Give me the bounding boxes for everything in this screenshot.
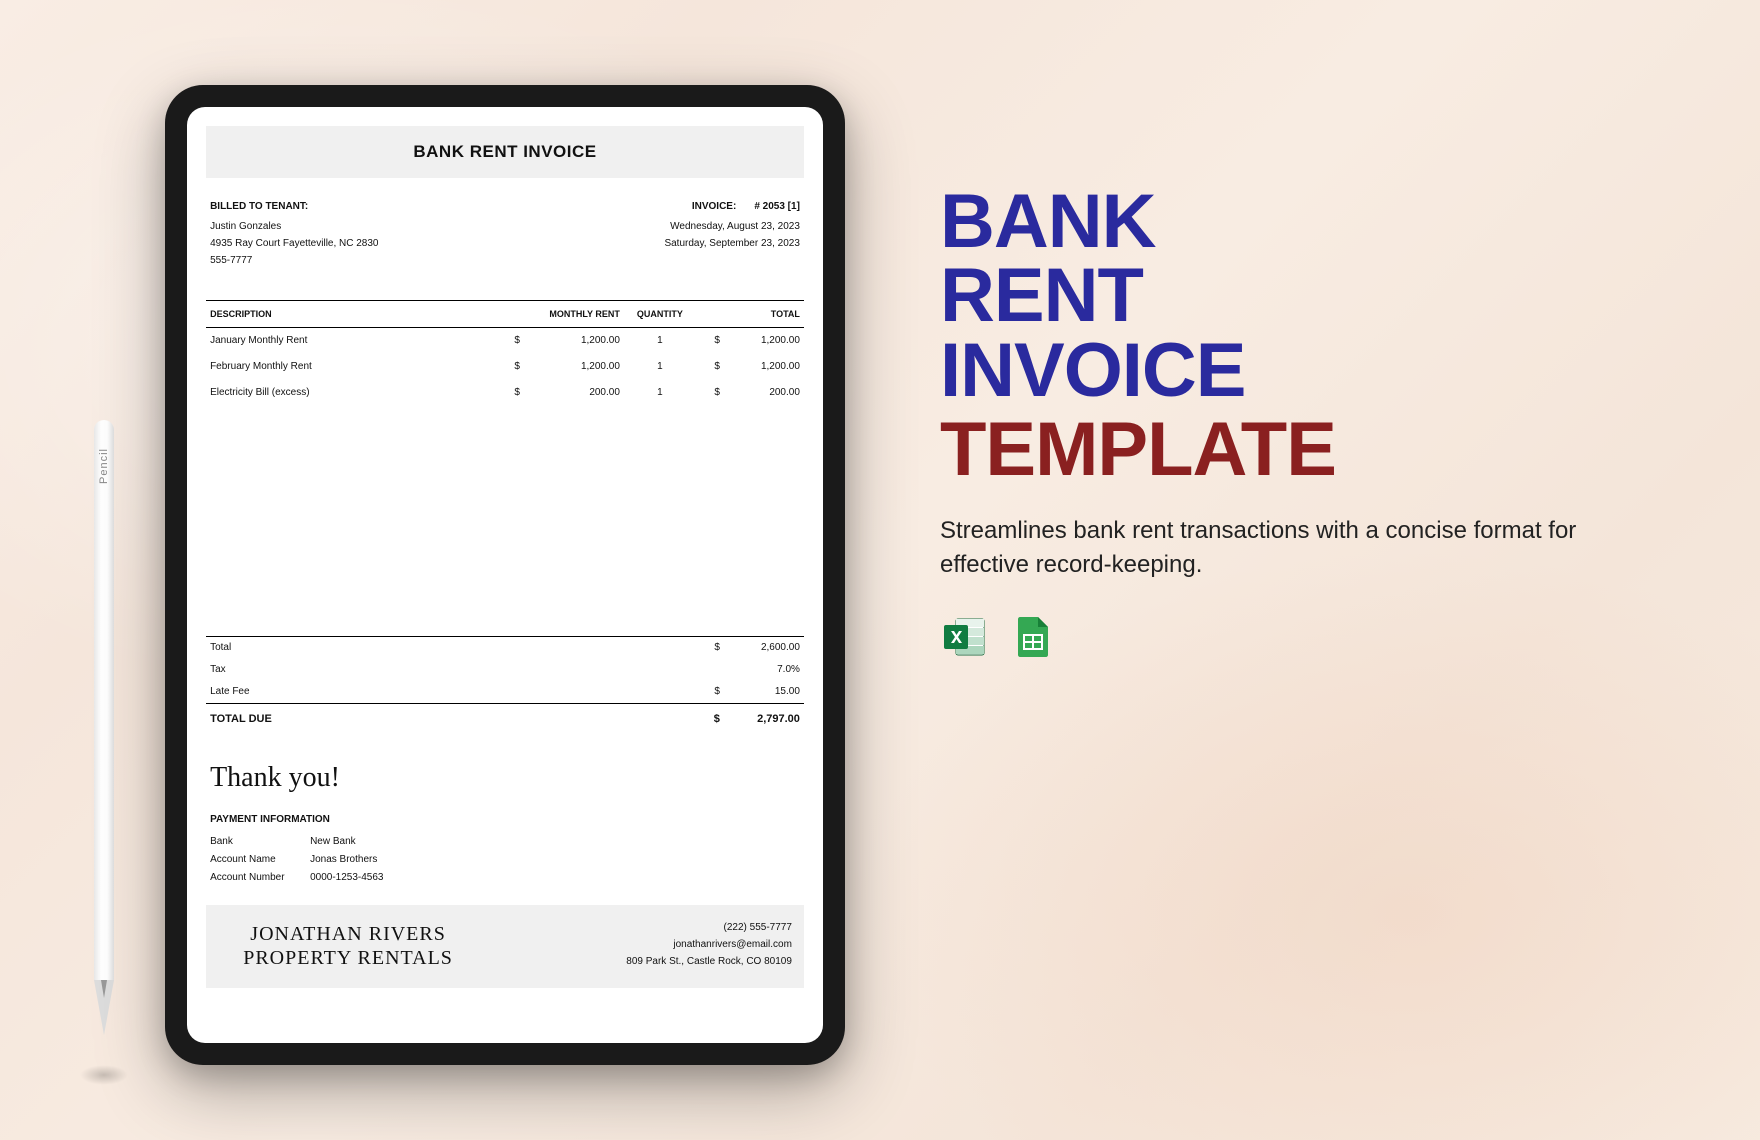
- item-cur: $: [500, 386, 520, 400]
- tenant-address: 4935 Ray Court Fayetteville, NC 2830: [210, 237, 378, 251]
- billed-to-label: BILLED TO TENANT:: [210, 200, 378, 214]
- item-qty: 1: [620, 334, 700, 348]
- promo-title-line3: INVOICE: [940, 334, 1620, 408]
- item-total: 200.00: [720, 386, 800, 400]
- late-val: 15.00: [720, 685, 800, 699]
- invoice-number: # 2053 [1]: [754, 200, 800, 214]
- format-icons: [940, 613, 1620, 661]
- payment-row: Account Name Jonas Brothers: [206, 851, 804, 869]
- item-qty: 1: [620, 360, 700, 374]
- invoice-table: DESCRIPTION MONTHLY RENT QUANTITY TOTAL …: [206, 300, 804, 407]
- invoice-footer: JONATHAN RIVERS PROPERTY RENTALS (222) 5…: [206, 905, 804, 988]
- company-email: jonathanrivers@email.com: [626, 938, 792, 952]
- due-val: 2,797.00: [720, 712, 800, 727]
- bank-value: New Bank: [310, 835, 800, 849]
- payment-row: Account Number 0000-1253-4563: [206, 869, 804, 887]
- invoice-date2: Saturday, September 23, 2023: [664, 237, 799, 251]
- item-rent: 200.00: [520, 386, 620, 400]
- table-row: January Monthly Rent $ 1,200.00 1 $ 1,20…: [206, 328, 804, 354]
- total-cur: $: [700, 641, 720, 655]
- payment-row: Bank New Bank: [206, 833, 804, 851]
- late-label: Late Fee: [210, 685, 700, 699]
- table-row: February Monthly Rent $ 1,200.00 1 $ 1,2…: [206, 354, 804, 380]
- tenant-name: Justin Gonzales: [210, 220, 378, 234]
- item-desc: Electricity Bill (excess): [210, 386, 500, 400]
- account-name-label: Account Name: [210, 853, 310, 867]
- item-rent: 1,200.00: [520, 334, 620, 348]
- company-address: 809 Park St., Castle Rock, CO 80109: [626, 955, 792, 969]
- total-label: Total: [210, 641, 700, 655]
- promo-title-line1: BANK: [940, 185, 1620, 259]
- company-phone: (222) 555-7777: [626, 921, 792, 935]
- pencil-label: Pencil: [98, 448, 110, 484]
- payment-info-label: PAYMENT INFORMATION: [210, 813, 800, 827]
- promo-title-line2: RENT: [940, 259, 1620, 333]
- invoice-meta: BILLED TO TENANT: Justin Gonzales 4935 R…: [206, 200, 804, 290]
- invoice-totals: Total $ 2,600.00 Tax 7.0% Late Fee $ 15.…: [206, 636, 804, 735]
- table-row: Electricity Bill (excess) $ 200.00 1 $ 2…: [206, 380, 804, 406]
- col-total: TOTAL: [700, 308, 800, 321]
- item-desc: January Monthly Rent: [210, 334, 500, 348]
- tenant-phone: 555-7777: [210, 254, 378, 268]
- item-tcur: $: [700, 386, 720, 400]
- item-tcur: $: [700, 360, 720, 374]
- item-qty: 1: [620, 386, 700, 400]
- col-monthly-rent: MONTHLY RENT: [500, 308, 620, 321]
- invoice-date1: Wednesday, August 23, 2023: [664, 220, 799, 234]
- table-header: DESCRIPTION MONTHLY RENT QUANTITY TOTAL: [206, 300, 804, 329]
- item-cur: $: [500, 334, 520, 348]
- thank-you-text: Thank you!: [210, 758, 800, 797]
- due-cur: $: [700, 712, 720, 727]
- total-val: 2,600.00: [720, 641, 800, 655]
- invoice-title: BANK RENT INVOICE: [206, 126, 804, 178]
- item-tcur: $: [700, 334, 720, 348]
- account-number-label: Account Number: [210, 871, 310, 885]
- col-quantity: QUANTITY: [620, 308, 700, 321]
- item-total: 1,200.00: [720, 334, 800, 348]
- due-label: TOTAL DUE: [210, 712, 700, 727]
- stylus-pencil: Pencil: [90, 420, 118, 1070]
- google-sheets-icon: [1008, 613, 1056, 661]
- invoice-document: BANK RENT INVOICE BILLED TO TENANT: Just…: [206, 126, 804, 1025]
- item-desc: February Monthly Rent: [210, 360, 500, 374]
- item-total: 1,200.00: [720, 360, 800, 374]
- late-cur: $: [700, 685, 720, 699]
- item-rent: 1,200.00: [520, 360, 620, 374]
- excel-icon: [940, 613, 988, 661]
- tablet-screen: BANK RENT INVOICE BILLED TO TENANT: Just…: [187, 107, 823, 1043]
- promo-panel: BANK RENT INVOICE TEMPLATE Streamlines b…: [940, 185, 1620, 661]
- company-name: JONATHAN RIVERS PROPERTY RENTALS: [218, 922, 478, 970]
- tax-label: Tax: [210, 663, 700, 677]
- bank-label: Bank: [210, 835, 310, 849]
- promo-title-line4: TEMPLATE: [940, 408, 1620, 492]
- tax-val: 7.0%: [720, 663, 800, 677]
- account-number-value: 0000-1253-4563: [310, 871, 800, 885]
- col-description: DESCRIPTION: [210, 308, 500, 321]
- tablet-device: BANK RENT INVOICE BILLED TO TENANT: Just…: [165, 85, 845, 1065]
- promo-description: Streamlines bank rent transactions with …: [940, 514, 1580, 581]
- item-cur: $: [500, 360, 520, 374]
- invoice-label: INVOICE:: [692, 200, 736, 214]
- account-name-value: Jonas Brothers: [310, 853, 800, 867]
